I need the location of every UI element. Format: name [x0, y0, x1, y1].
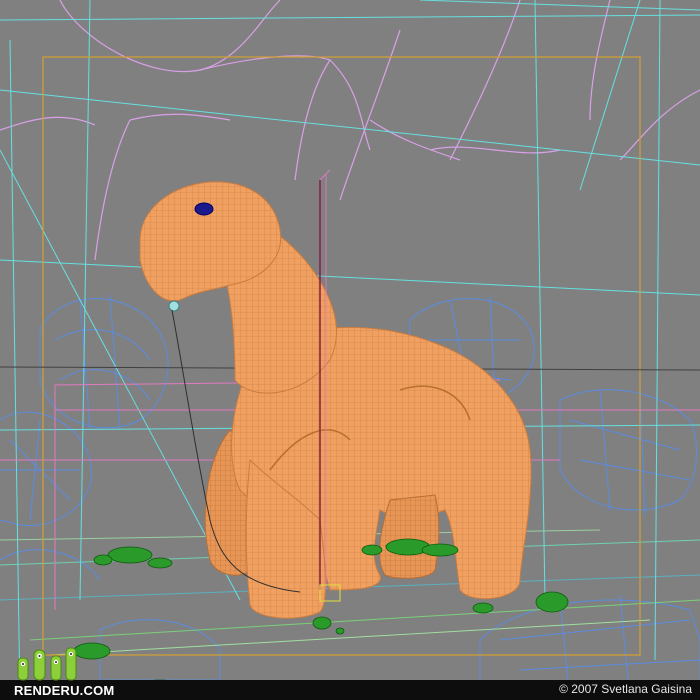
logo-mascot-icon — [17, 647, 77, 681]
renderu-logo: RENDERU.COM — [14, 644, 114, 700]
3d-viewport[interactable]: RENDERU.COM © 2007 Svetlana Gaisina — [0, 0, 700, 700]
dinosaur-model[interactable] — [139, 181, 532, 619]
logo-text: RENDERU.COM — [14, 683, 115, 698]
wireframe-scene — [0, 0, 700, 700]
nose-marker — [168, 300, 180, 312]
dinosaur-eye — [194, 202, 214, 216]
copyright-text: © 2007 Svetlana Gaisina — [559, 682, 692, 696]
spline-curves — [0, 0, 700, 261]
